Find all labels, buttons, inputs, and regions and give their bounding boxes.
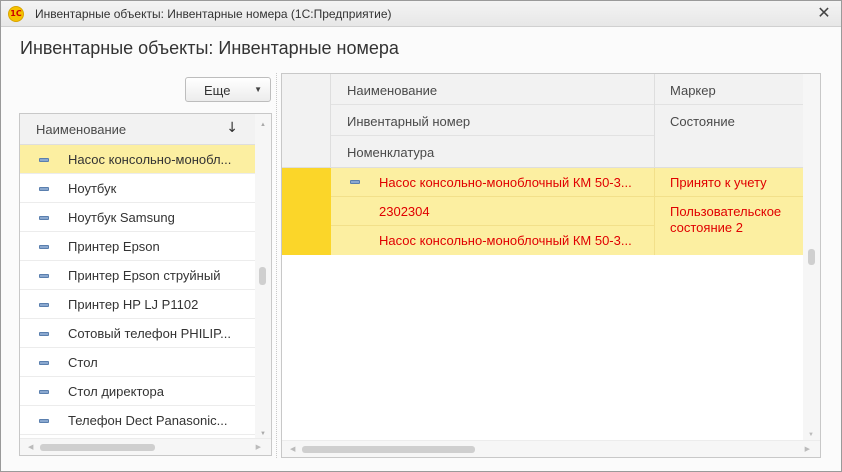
scroll-thumb[interactable]	[259, 267, 266, 285]
column-header-label: Маркер	[670, 83, 716, 98]
table-header-group-status: Маркер Состояние	[654, 74, 804, 168]
cell-marker-value: Принято к учету	[670, 175, 767, 190]
panel-splitter[interactable]	[276, 73, 277, 458]
scroll-thumb[interactable]	[40, 444, 155, 451]
cell-marker[interactable]: Принято к учету	[654, 168, 804, 197]
list-item[interactable]: Принтер Epson струйный	[20, 261, 256, 290]
list-item-label: Насос консольно-монобл...	[68, 152, 232, 167]
main-window: 1C Инвентарные объекты: Инвентарные номе…	[0, 0, 842, 472]
column-header-marker[interactable]: Маркер	[655, 74, 804, 105]
column-header-inventory-number[interactable]: Инвентарный номер	[331, 105, 654, 136]
column-header-label: Инвентарный номер	[347, 114, 471, 129]
row-current-marker	[282, 168, 331, 255]
list-column-header-label: Наименование	[36, 122, 127, 137]
window-title: Инвентарные объекты: Инвентарные номера …	[35, 7, 392, 21]
scroll-right-icon[interactable]: ▶	[256, 443, 261, 451]
list-item[interactable]: Принтер HP LJ P1102	[20, 290, 256, 319]
list-item-label: Стол директора	[68, 384, 164, 399]
cell-nomenclature-value: Насос консольно-моноблочный КМ 50-3...	[379, 233, 632, 248]
more-button[interactable]: Еще ▼	[185, 77, 271, 102]
list-item[interactable]: Ноутбук	[20, 174, 256, 203]
item-marker-icon	[39, 158, 49, 162]
left-horizontal-scrollbar[interactable]: ◀ ▶	[20, 438, 271, 455]
more-button-label: Еще	[204, 83, 231, 98]
item-marker-icon	[39, 332, 49, 336]
cell-inventory-number-value: 2302304	[379, 204, 430, 219]
list-item[interactable]: Телефон Dect Panasonic...	[20, 406, 256, 435]
column-header-label: Наименование	[347, 83, 438, 98]
list-item[interactable]: Сотовый телефон PHILIP...	[20, 319, 256, 348]
list-item[interactable]: Стол директора	[20, 377, 256, 406]
close-icon[interactable]: ✕	[815, 4, 833, 22]
list-item-label: Ноутбук Samsung	[68, 210, 175, 225]
list-item-label: Принтер Epson струйный	[68, 268, 221, 283]
list-item-label: Сотовый телефон PHILIP...	[68, 326, 231, 341]
cell-name[interactable]: Насос консольно-моноблочный КМ 50-3...	[331, 168, 654, 197]
item-marker-icon	[39, 303, 49, 307]
table-header-group-main: Наименование Инвентарный номер Номенклат…	[331, 74, 654, 168]
cell-nomenclature[interactable]: Насос консольно-моноблочный КМ 50-3...	[331, 226, 654, 255]
row-marker-header	[282, 74, 331, 168]
list-item[interactable]: Принтер Epson	[20, 232, 256, 261]
item-marker-icon	[350, 180, 360, 184]
inventory-objects-list[interactable]: Наименование ↓ Насос консольно-монобл...…	[19, 113, 272, 456]
column-header-state[interactable]: Состояние	[655, 105, 804, 168]
scroll-down-icon[interactable]: ▼	[260, 431, 266, 437]
scroll-left-icon[interactable]: ◀	[290, 445, 295, 453]
list-item[interactable]: Ноутбук Samsung	[20, 203, 256, 232]
sort-arrow-icon: ↓	[226, 120, 238, 136]
right-horizontal-scrollbar[interactable]: ◀ ▶	[282, 440, 820, 457]
item-marker-icon	[39, 390, 49, 394]
chevron-down-icon: ▼	[254, 85, 262, 94]
column-header-nomenclature[interactable]: Номенклатура	[331, 136, 654, 167]
column-header-label: Номенклатура	[347, 145, 435, 160]
item-marker-icon	[39, 245, 49, 249]
scroll-thumb[interactable]	[302, 446, 475, 453]
column-header-label: Состояние	[670, 114, 735, 129]
list-item[interactable]: Насос консольно-монобл...	[20, 145, 256, 174]
cell-inventory-number[interactable]: 2302304	[331, 197, 654, 226]
item-marker-icon	[39, 361, 49, 365]
scroll-down-icon[interactable]: ▼	[808, 432, 814, 438]
list-item-label: Стол	[68, 355, 98, 370]
table-row[interactable]: Насос консольно-моноблочный КМ 50-3... 2…	[282, 168, 804, 255]
cell-state-value: Пользовательское состояние 2	[670, 204, 782, 235]
list-item-label: Ноутбук	[68, 181, 117, 196]
app-logo-icon[interactable]: 1C	[8, 6, 24, 22]
list-item-label: Принтер Epson	[68, 239, 160, 254]
scroll-up-icon[interactable]: ▲	[260, 122, 266, 128]
inventory-numbers-table[interactable]: Наименование Инвентарный номер Номенклат…	[281, 73, 821, 458]
item-marker-icon	[39, 216, 49, 220]
list-item[interactable]: Стол	[20, 348, 256, 377]
title-bar: 1C Инвентарные объекты: Инвентарные номе…	[1, 1, 841, 27]
list-item-label: Принтер HP LJ P1102	[68, 297, 199, 312]
left-vertical-scrollbar[interactable]: ▲ ▼	[255, 114, 271, 439]
item-marker-icon	[39, 419, 49, 423]
item-marker-icon	[39, 187, 49, 191]
scroll-thumb[interactable]	[808, 249, 815, 265]
cell-name-value: Насос консольно-моноблочный КМ 50-3...	[379, 175, 632, 190]
column-header-name[interactable]: Наименование	[331, 74, 654, 105]
list-column-header-name[interactable]: Наименование ↓	[20, 114, 256, 145]
scroll-left-icon[interactable]: ◀	[28, 443, 33, 451]
cell-state[interactable]: Пользовательское состояние 2	[654, 197, 804, 255]
item-marker-icon	[39, 274, 49, 278]
scroll-right-icon[interactable]: ▶	[805, 445, 810, 453]
page-title: Инвентарные объекты: Инвентарные номера	[20, 38, 399, 58]
right-vertical-scrollbar[interactable]: ▼	[803, 74, 820, 441]
list-item-label: Телефон Dect Panasonic...	[68, 413, 228, 428]
list-rows: Насос консольно-монобл... Ноутбук Ноутбу…	[20, 145, 256, 435]
